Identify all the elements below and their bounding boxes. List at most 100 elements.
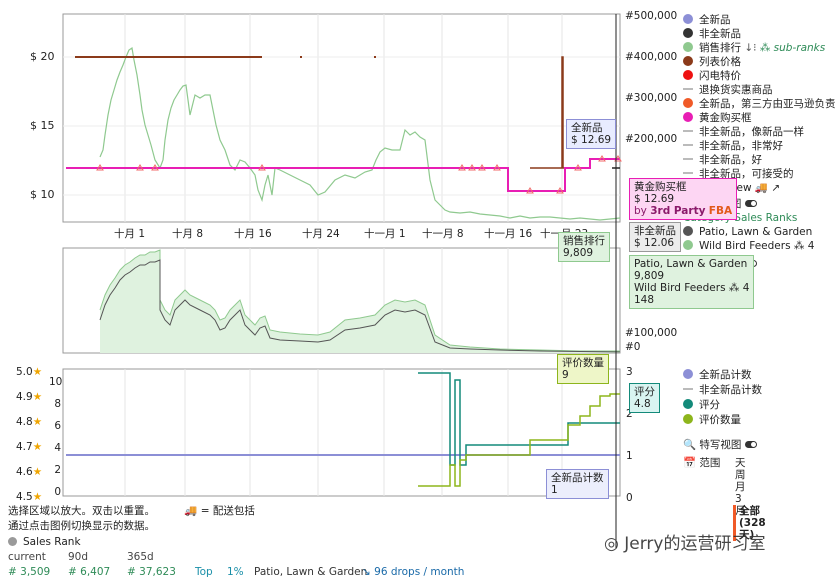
legend-item-used-good[interactable]: 非全新品，好 [683,153,836,167]
legend-item-listprice[interactable]: 列表价格 [683,55,836,69]
legend-item-used-verygood[interactable]: 非全新品，非常好 [683,139,836,153]
count-tick: 0 [54,486,61,498]
new-dot-icon [683,14,693,24]
closeup-toggle-bottom[interactable]: 🔍 特写视图 [683,438,762,453]
salesrank-area [100,250,620,353]
rating-tick: 4.5 [16,491,33,503]
sitemap-icon: ⁂ [728,282,740,294]
legend-item-newcount[interactable]: 全新品计数 [683,368,762,383]
help-legend-text: 通过点击图例切换显示的数据。 [8,520,155,532]
legend-top: 全新品 非全新品 销售排行 ↓⁝ ⁂ sub-ranks 列表价格 闪电特价 退… [683,13,836,271]
used-dot-icon [683,28,693,38]
legend-item-warehouse[interactable]: 退换货实惠商品 [683,83,836,97]
rating-tick: 4.6 [16,466,33,478]
lightning-deal-markers [96,155,622,194]
star-icon: ★ [32,491,43,503]
trend-down-icon: ↘ [362,566,371,578]
tooltip-buybox: 黄金购买框 $ 12.69 by 3rd Party FBA [629,178,738,220]
date-tick: 十月 8 [172,228,204,240]
rating-line [418,372,620,466]
tooltip-salesrank: 销售排行 9,809 [558,232,610,262]
date-tick: 十月 1 [114,228,146,240]
toggle-switch[interactable] [745,441,758,448]
category-item-patio[interactable]: Patio, Lawn & Garden [683,225,836,239]
legend-bottom: 全新品计数 非全新品计数 评分 评价数量 🔍 特写视图 [683,368,762,453]
used-likenew-dash-icon [683,130,693,132]
date-tick: 十月 16 [234,228,272,240]
range-option-day[interactable]: 天 [735,457,746,469]
rating-tick: 4.8 [16,416,33,428]
date-axis: 十月 1 十月 8 十月 16 十月 24 十一月 1 十一月 8 十一月 16… [0,226,620,240]
legend-item-used-likenew[interactable]: 非全新品，像新品一样 [683,125,836,139]
rating-panel-frame [62,368,621,497]
rank-tick: #500,000 [625,10,678,22]
rating-tick: 4.9 [16,391,33,403]
salesrank-line-top [99,46,621,221]
search-icon: 🔍 [683,439,697,451]
tooltip-new-count: 全新品计数 1 [546,469,609,499]
tooltip-used-price: 非全新品 $ 12.06 [629,222,681,252]
stats-values: # 3,509 # 6,407 # 37,623 Top 1% Patio, L… [8,566,465,578]
category-dot-icon [683,226,693,236]
watermark: ◎ Jerry的运营研习室 [604,534,766,554]
count-tick: 10 [49,376,63,388]
price-tick: $ 20 [30,50,55,63]
range-option-month[interactable]: 月 [735,481,746,493]
tooltip-rating: 评分 4.8 [629,383,660,413]
lightning-dot-icon [683,70,693,80]
count-tick: 3 [626,366,633,378]
legend-item-rating[interactable]: 评分 [683,398,762,413]
salesrank-dot-icon [8,537,17,546]
range-selector: 📅 范围 天 周 月 3月 全部 (328 天) [683,457,766,541]
external-link-icon[interactable]: ↗ [771,182,780,194]
count-axis-left: 10 8 6 4 2 0 [49,376,63,498]
category-item-birdfeeders[interactable]: Wild Bird Feeders ⁂ 4 [683,239,836,253]
rank-y-axis-lower: #100,000 #0 [625,327,677,353]
range-option-week[interactable]: 周 [735,469,746,481]
legend-item-buybox[interactable]: 黄金购买框 [683,111,836,125]
new-price-line [66,158,620,192]
listprice-dot-icon [683,56,693,66]
legend-item-reviewcount[interactable]: 评价数量 [683,413,762,428]
rank-tick: #0 [625,341,641,353]
sort-icon[interactable]: ↓⁝ [744,42,756,54]
buybox-price-line [66,158,620,192]
rating-dot-icon [683,399,693,409]
legend-item-fba[interactable]: 全新品，第三方由亚马逊负责 [683,97,836,111]
date-tick: 十一月 8 [422,228,464,240]
star-icon: ★ [32,466,43,478]
legend-item-used[interactable]: 非全新品 [683,27,836,41]
sitemap-icon: ⁂ [793,240,805,252]
price-tick: $ 15 [30,119,55,132]
buybox-dot-icon [683,112,693,122]
tooltip-review-count: 评价数量 9 [557,354,609,384]
rating-tick: 4.7 [16,441,33,453]
star-icon: ★ [32,366,43,378]
used-verygood-dash-icon [683,144,693,146]
legend-item-lightning[interactable]: 闪电特价 [683,69,836,83]
toggle-switch[interactable] [745,200,758,207]
salesrank-stats-title: Sales Rank [8,536,81,548]
star-icon: ★ [32,391,43,403]
rank-tick: #300,000 [625,92,678,104]
sub-ranks-link[interactable]: ⁂ sub-ranks [760,42,825,54]
legend-item-new[interactable]: 全新品 [683,13,836,27]
date-tick: 十一月 1 [364,228,406,240]
rank-tick: #400,000 [625,51,678,63]
count-tick: 6 [54,420,61,432]
used-good-dash-icon [683,158,693,160]
date-tick: 十一月 16 [484,228,533,240]
legend-item-usedcount[interactable]: 非全新品计数 [683,383,762,398]
legend-item-salesrank[interactable]: 销售排行 ↓⁝ ⁂ sub-ranks [683,41,836,55]
rank-tick: #200,000 [625,133,678,145]
count-tick: 8 [54,398,61,410]
truck-icon: 🚚 [184,505,198,517]
rank-y-axis: #500,000 #400,000 #300,000 #200,000 [625,10,677,145]
list-price-late [530,56,575,169]
reviewcount-dot-icon [683,414,693,424]
category-dot-icon [683,240,693,250]
price-tick: $ 10 [30,188,55,201]
count-tick: 2 [54,464,61,476]
tooltip-subranks: Patio, Lawn & Garden 9,809 Wild Bird Fee… [629,255,755,309]
tooltip-new-price: 全新品 $ 12.69 [566,119,617,149]
